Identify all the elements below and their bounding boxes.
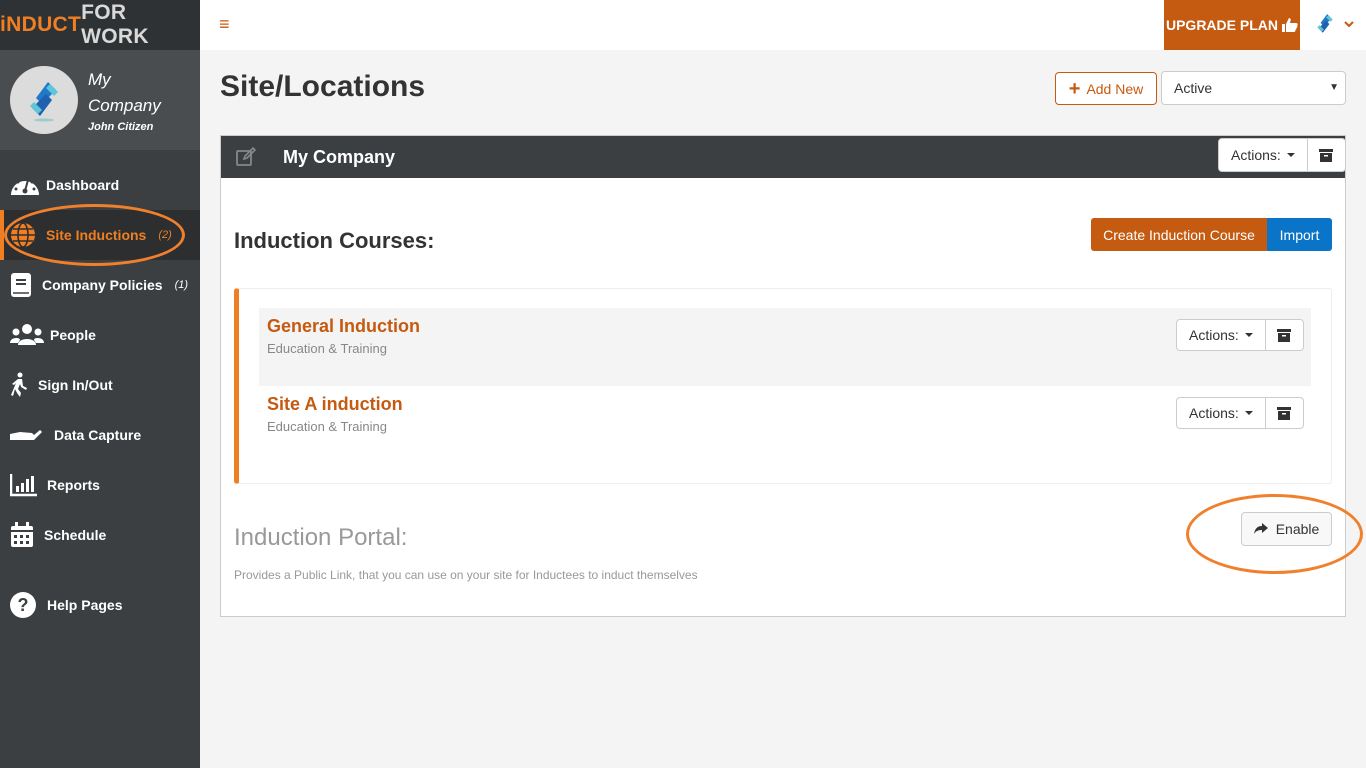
walking-icon xyxy=(10,370,34,400)
sidebar-item-sign-in-out[interactable]: Sign In/Out xyxy=(0,360,200,410)
sidebar-item-label: Data Capture xyxy=(54,427,142,443)
top-bar: ≡ UPGRADE PLAN xyxy=(200,0,1366,50)
sidebar-item-label: Company Policies xyxy=(42,277,163,293)
enable-portal-button[interactable]: Enable xyxy=(1241,512,1332,546)
dashboard-icon xyxy=(10,170,42,200)
sidebar-item-site-inductions[interactable]: Site Inductions (2) xyxy=(0,210,200,260)
upgrade-label: UPGRADE PLAN xyxy=(1165,17,1278,33)
course-category: Education & Training xyxy=(267,419,387,434)
sidebar-item-reports[interactable]: Reports xyxy=(0,460,200,510)
select-arrow-icon: ▼ xyxy=(1329,82,1339,93)
sidebar-item-dashboard[interactable]: Dashboard xyxy=(0,160,200,210)
company-logo-icon xyxy=(30,82,58,122)
status-filter-value: Active xyxy=(1174,80,1213,96)
brand-part1: iNDUCT xyxy=(0,13,82,36)
caret-down-icon xyxy=(1244,411,1253,415)
user-name: John Citizen xyxy=(88,121,154,133)
profile-card: My Company John Citizen xyxy=(0,50,200,150)
menu-toggle-icon[interactable]: ≡ xyxy=(219,14,230,35)
brand-logo[interactable]: iNDUCT FOR WORK xyxy=(0,0,200,50)
sidebar-item-people[interactable]: People xyxy=(0,310,200,360)
sidebar-item-label: Dashboard xyxy=(46,177,120,193)
induction-portal-heading: Induction Portal: xyxy=(234,524,408,551)
hand-icon xyxy=(10,420,50,450)
course-category: Education & Training xyxy=(267,341,387,356)
caret-down-icon xyxy=(1286,153,1295,157)
sidebar-item-help-pages[interactable]: ? Help Pages xyxy=(0,580,200,630)
course-item: General Induction Education & Training A… xyxy=(259,308,1311,386)
site-archive-button[interactable] xyxy=(1306,139,1345,171)
archive-icon xyxy=(1277,406,1292,420)
chevron-down-icon xyxy=(1344,21,1354,28)
sidebar-item-label: Reports xyxy=(47,477,100,493)
company-name: My Company xyxy=(88,70,161,115)
site-panel-header: My Company Actions: xyxy=(221,136,1346,178)
sidebar-item-label: Site Inductions xyxy=(46,227,147,243)
course-actions-dropdown[interactable]: Actions: xyxy=(1177,320,1265,350)
course-name[interactable]: General Induction xyxy=(267,316,420,337)
site-actions-group: Actions: xyxy=(1218,138,1346,172)
induction-courses-heading: Induction Courses: xyxy=(234,228,435,253)
status-filter-select[interactable]: Active ▼ xyxy=(1161,71,1346,105)
add-new-button[interactable]: + Add New xyxy=(1055,72,1157,105)
course-archive-button[interactable] xyxy=(1264,398,1303,428)
calendar-icon xyxy=(10,520,40,550)
course-actions-group: Actions: xyxy=(1176,397,1304,429)
course-list: General Induction Education & Training A… xyxy=(234,288,1332,484)
site-inductions-count: (2) xyxy=(158,229,172,241)
course-actions-dropdown[interactable]: Actions: xyxy=(1177,398,1265,428)
induction-portal-description: Provides a Public Link, that you can use… xyxy=(234,568,698,582)
caret-down-icon xyxy=(1244,333,1253,337)
globe-icon xyxy=(10,220,42,250)
add-new-label: Add New xyxy=(1086,80,1144,97)
company-avatar[interactable] xyxy=(10,66,78,134)
sidebar-item-label: Help Pages xyxy=(47,597,123,613)
actions-label: Actions: xyxy=(1231,147,1281,163)
page-title: Site/Locations xyxy=(220,70,426,103)
people-icon xyxy=(10,320,46,350)
actions-label: Actions: xyxy=(1189,327,1239,343)
sidebar-item-schedule[interactable]: Schedule xyxy=(0,510,200,560)
course-item: Site A induction Education & Training Ac… xyxy=(259,386,1311,464)
brand-part2: FOR WORK xyxy=(81,1,149,48)
thumbs-up-icon xyxy=(1282,18,1298,32)
bar-chart-icon xyxy=(10,470,43,500)
sidebar-item-label: Schedule xyxy=(44,527,107,543)
question-icon: ? xyxy=(10,590,43,620)
svg-text:?: ? xyxy=(18,595,29,615)
course-actions-group: Actions: xyxy=(1176,319,1304,351)
company-policies-count: (1) xyxy=(174,279,189,291)
site-name: My Company xyxy=(283,146,396,167)
sidebar-item-label: People xyxy=(50,327,96,343)
sidebar-nav: Dashboard Site Inductions (2) Company Po… xyxy=(0,160,200,630)
sidebar-item-data-capture[interactable]: Data Capture xyxy=(0,410,200,460)
course-name[interactable]: Site A induction xyxy=(267,394,403,415)
edit-icon[interactable] xyxy=(235,146,257,168)
plus-icon: + xyxy=(1068,77,1081,100)
upgrade-plan-button[interactable]: UPGRADE PLAN xyxy=(1164,0,1300,50)
user-menu[interactable] xyxy=(1314,10,1354,38)
actions-label: Actions: xyxy=(1189,405,1239,421)
sidebar-item-company-policies[interactable]: Company Policies (1) xyxy=(0,260,200,310)
sidebar-item-label: Sign In/Out xyxy=(38,377,113,393)
site-panel: My Company Actions: Induction Courses: C… xyxy=(220,135,1346,617)
create-induction-course-button[interactable]: Create Induction Course xyxy=(1091,218,1267,251)
enable-label: Enable xyxy=(1275,521,1320,537)
site-actions-dropdown[interactable]: Actions: xyxy=(1219,139,1307,171)
course-archive-button[interactable] xyxy=(1264,320,1303,350)
import-button[interactable]: Import xyxy=(1267,218,1332,251)
archive-icon xyxy=(1319,148,1334,162)
archive-icon xyxy=(1277,328,1292,342)
book-icon xyxy=(10,270,38,300)
share-arrow-icon xyxy=(1253,523,1268,534)
sidebar: iNDUCT FOR WORK My Company John Citizen D… xyxy=(0,0,200,768)
user-avatar-icon xyxy=(1317,14,1333,33)
